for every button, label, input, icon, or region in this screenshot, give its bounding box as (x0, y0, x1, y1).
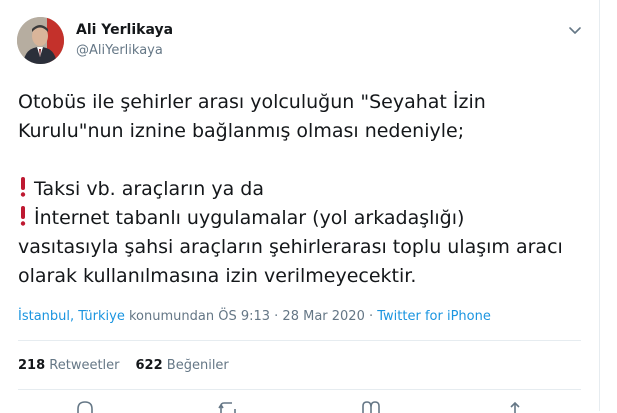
tweet-stats: 218 Retweetler 622 Beğeniler (18, 358, 245, 373)
tweet-line: İnternet tabanlı uygulamalar (yol arkada… (18, 204, 588, 233)
tweet-line: Kurulu"nun iznine bağlanmış olması neden… (18, 120, 465, 142)
retweets-stat[interactable]: 218 Retweetler (18, 358, 120, 373)
divider (18, 389, 581, 390)
reply-icon[interactable] (74, 401, 96, 413)
tweet-line: Taksi vb. araçların ya da (18, 175, 588, 204)
location-link[interactable]: İstanbul, Türkiye (18, 309, 125, 324)
exclamation-icon (20, 177, 26, 197)
share-icon[interactable] (504, 401, 526, 413)
user-name[interactable]: Ali Yerlikaya (76, 22, 173, 38)
avatar-image (17, 17, 64, 64)
tweet-line-text: İnternet tabanlı uygulamalar (yol arkada… (34, 207, 465, 229)
retweets-count: 218 (18, 358, 46, 373)
tweet-meta: İstanbul, Türkiye konumundan ÖS 9:13 · 2… (18, 309, 491, 324)
tweet-line: olarak kullanılmasına izin verilmeyecekt… (18, 265, 417, 287)
exclamation-icon (20, 206, 26, 226)
retweet-icon[interactable] (218, 401, 240, 413)
chevron-down-icon[interactable] (567, 24, 583, 38)
tweet-text: Otobüs ile şehirler arası yolculuğun "Se… (18, 88, 588, 291)
location-suffix: konumundan (124, 309, 215, 324)
tweet-line-text: Taksi vb. araçların ya da (34, 178, 264, 200)
likes-stat[interactable]: 622 Beğeniler (136, 358, 229, 373)
likes-label: Beğeniler (166, 358, 229, 373)
tweet-line: Otobüs ile şehirler arası yolculuğun "Se… (18, 91, 486, 113)
avatar[interactable] (17, 17, 64, 64)
timestamp[interactable]: ÖS 9:13 · 28 Mar 2020 · (214, 309, 377, 324)
user-handle[interactable]: @AliYerlikaya (76, 43, 163, 58)
tweet-line: vasıtasıyla şahsi araçların şehirleraras… (18, 236, 563, 258)
tweet-card: Ali Yerlikaya @AliYerlikaya Otobüs ile ş… (0, 0, 600, 413)
action-bar (0, 401, 600, 413)
likes-count: 622 (135, 358, 163, 373)
retweets-label: Retweetler (49, 358, 120, 373)
like-icon[interactable] (360, 401, 382, 413)
divider (18, 340, 581, 341)
source-link[interactable]: Twitter for iPhone (377, 309, 491, 324)
